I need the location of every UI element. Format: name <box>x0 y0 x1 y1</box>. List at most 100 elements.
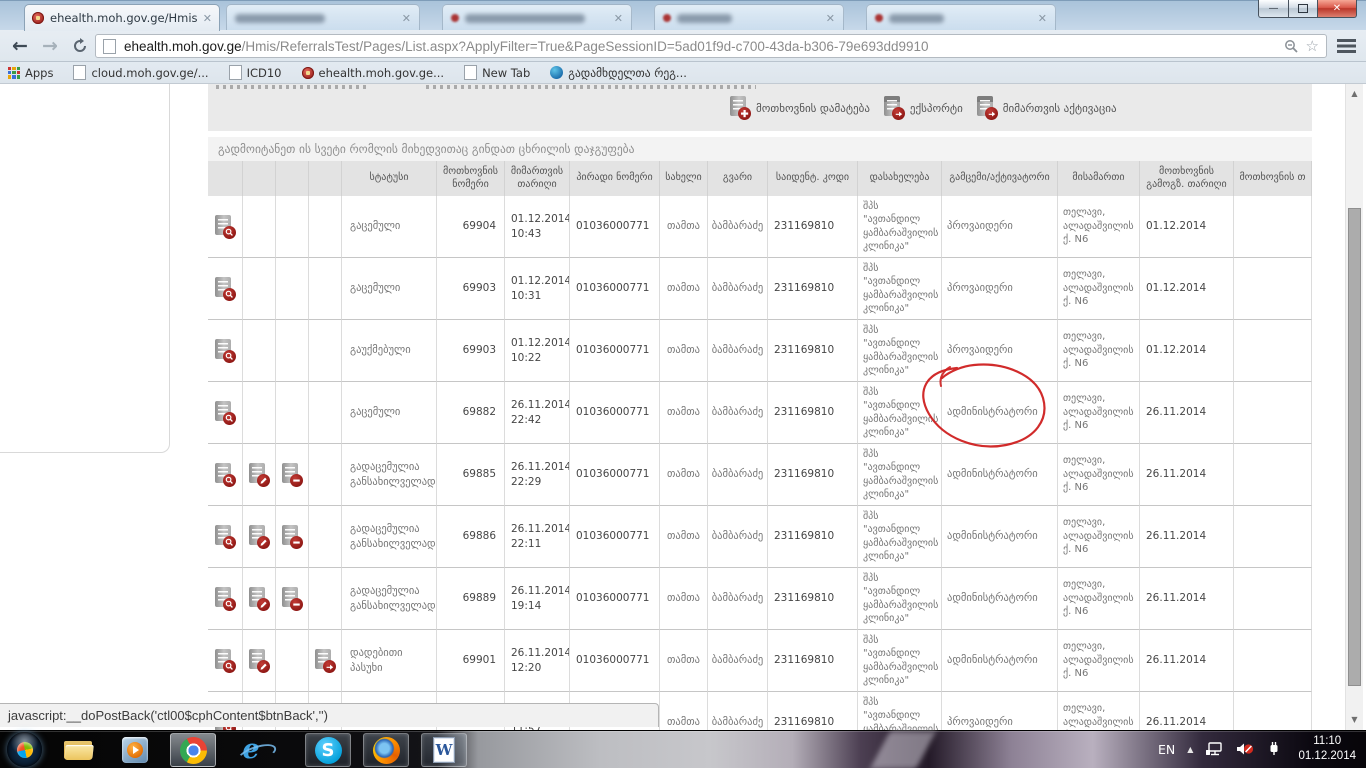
bookmark-star-icon[interactable]: ☆ <box>1306 39 1319 54</box>
table-row[interactable]: გაუქმებული6990301.12.201410:220103600077… <box>208 320 1312 382</box>
taskbar-clock[interactable]: 11:10 01.12.2014 <box>1294 734 1356 764</box>
arrow-icon[interactable] <box>976 96 998 120</box>
column-header-empty <box>243 161 276 196</box>
scrollbar-thumb[interactable] <box>1348 208 1361 686</box>
table-row[interactable]: გადაცემულია განსახილველად6988926.11.2014… <box>208 568 1312 630</box>
tab-close-icon[interactable]: ✕ <box>826 12 835 25</box>
scroll-up-icon[interactable]: ▲ <box>1346 89 1363 98</box>
cell-sent-date: 26.11.2014 <box>1140 630 1234 692</box>
taskbar-word[interactable]: W <box>421 733 467 767</box>
taskbar-firefox[interactable] <box>363 733 409 767</box>
zoom-icon[interactable] <box>1284 39 1299 54</box>
close-button[interactable]: ✕ <box>1317 0 1357 18</box>
column-header[interactable]: მოთხოვნის გამოგზ. თარიღი <box>1140 161 1234 196</box>
block-icon[interactable] <box>281 587 303 611</box>
add-request-button[interactable]: მოთხოვნის დამატება <box>729 96 870 120</box>
column-header[interactable]: მიმართვის თარიღი <box>505 161 570 196</box>
bookmark-newtab[interactable]: New Tab <box>464 65 530 80</box>
column-header[interactable]: გამცემი/აქტივატორი <box>942 161 1058 196</box>
view-icon[interactable] <box>214 277 236 301</box>
apps-grid-icon <box>8 67 20 79</box>
column-header[interactable]: სახელი <box>660 161 708 196</box>
table-row[interactable]: დადებითი პასუხი6990126.11.201412:2001036… <box>208 630 1312 692</box>
forward-icon[interactable]: → <box>42 33 58 59</box>
export-button[interactable]: ექსპორტი <box>883 96 963 120</box>
edit-icon[interactable] <box>248 587 270 611</box>
block-icon[interactable] <box>281 525 303 549</box>
tab-close-icon[interactable]: ✕ <box>614 12 623 25</box>
table-row[interactable]: გადაცემულია განსახილველად6988526.11.2014… <box>208 444 1312 506</box>
table-row[interactable]: გადაცემულია განსახილველად6988626.11.2014… <box>208 506 1312 568</box>
tab-background-1[interactable]: ✕ <box>226 4 420 31</box>
tab-close-icon[interactable]: ✕ <box>1038 12 1047 25</box>
column-header[interactable]: საიდენტ. კოდი <box>768 161 858 196</box>
edit-icon[interactable] <box>248 649 270 673</box>
edit-icon[interactable] <box>248 525 270 549</box>
url-text[interactable]: ehealth.moh.gov.ge/Hmis/ReferralsTest/Pa… <box>124 39 1277 54</box>
bookmark-icd10[interactable]: ICD10 <box>229 65 282 80</box>
taskbar-skype[interactable]: S <box>305 733 351 767</box>
view-badge-icon <box>223 226 236 239</box>
cell-first-name: თამთა <box>660 630 708 692</box>
cell-referral-date: 01.12.201410:43 <box>505 196 570 258</box>
taskbar-explorer[interactable] <box>56 733 102 767</box>
bookmark-registry[interactable]: გადამხდელთა რეგ... <box>550 66 687 80</box>
cell-organization: შპს "ავთანდილ ყამბარაშვილის კლინიკა" <box>858 382 942 444</box>
bookmark-ehealth[interactable]: ehealth.moh.gov.ge... <box>302 66 445 80</box>
cell-last-name: ბამბარაძე <box>708 630 768 692</box>
tab-background-3[interactable]: ✕ <box>654 4 844 31</box>
resend-icon[interactable] <box>314 649 336 673</box>
view-icon[interactable] <box>214 401 236 425</box>
column-header[interactable]: სტატუსი <box>342 161 437 196</box>
column-header[interactable]: დასახელება <box>858 161 942 196</box>
view-icon[interactable] <box>214 525 236 549</box>
tab-close-icon[interactable]: ✕ <box>203 12 212 25</box>
cell-referral-date: 26.11.201419:14 <box>505 568 570 630</box>
table-row[interactable]: გაცემული6990401.12.201410:4301036000771თ… <box>208 196 1312 258</box>
activate-referral-button[interactable]: მიმართვის აქტივაცია <box>976 96 1117 120</box>
address-bar[interactable]: ehealth.moh.gov.ge/Hmis/ReferralsTest/Pa… <box>95 34 1327 58</box>
edit-icon[interactable] <box>248 463 270 487</box>
column-header[interactable]: პირადი ნომერი <box>570 161 660 196</box>
column-header[interactable]: გვარი <box>708 161 768 196</box>
column-header[interactable]: მოთხოვნის თ <box>1234 161 1312 196</box>
power-plug-icon[interactable] <box>1266 741 1282 757</box>
block-icon[interactable] <box>281 463 303 487</box>
column-header[interactable]: მოთხოვნის ნომერი <box>437 161 505 196</box>
view-icon[interactable] <box>214 215 236 239</box>
taskbar-chrome[interactable] <box>170 733 216 767</box>
language-indicator[interactable]: EN <box>1158 742 1175 757</box>
volume-muted-icon[interactable] <box>1235 741 1254 757</box>
cell-last-name: ბამბარაძე <box>708 692 768 730</box>
table-row[interactable]: გაცემული6988226.11.201422:4201036000771თ… <box>208 382 1312 444</box>
cell-personal-no: 01036000771 <box>570 444 660 506</box>
start-button[interactable] <box>7 732 42 767</box>
bookmark-cloud[interactable]: cloud.moh.gov.ge/... <box>73 65 208 80</box>
tab-background-4[interactable]: ✕ <box>866 4 1056 31</box>
apps-shortcut[interactable]: Apps <box>8 66 53 80</box>
back-icon[interactable]: ← <box>12 33 28 59</box>
tray-expand-icon[interactable]: ▲ <box>1187 745 1193 754</box>
view-icon[interactable] <box>214 463 236 487</box>
column-header[interactable]: მისამართი <box>1058 161 1140 196</box>
table-row[interactable]: გაცემული6990301.12.201410:3101036000771თ… <box>208 258 1312 320</box>
network-icon[interactable] <box>1205 741 1223 757</box>
taskbar-ie[interactable]: e <box>228 733 274 767</box>
cell-ident-code: 231169810 <box>768 506 858 568</box>
tab-ehealth[interactable]: ehealth.moh.gov.ge/Hmis ✕ <box>24 4 220 31</box>
view-icon[interactable] <box>214 587 236 611</box>
tab-close-icon[interactable]: ✕ <box>402 12 411 25</box>
cell-action <box>243 630 276 692</box>
tab-background-2[interactable]: ✕ <box>442 4 632 31</box>
scroll-down-icon[interactable]: ▼ <box>1346 715 1363 724</box>
minimize-button[interactable]: — <box>1258 0 1288 18</box>
reload-icon[interactable] <box>72 38 88 54</box>
view-icon[interactable] <box>214 339 236 363</box>
restore-button[interactable] <box>1288 0 1317 18</box>
arrow-icon[interactable] <box>883 96 905 120</box>
page-scrollbar[interactable]: ▲ ▼ <box>1345 84 1363 730</box>
taskbar-mediaplayer[interactable] <box>112 733 158 767</box>
plus-icon[interactable] <box>729 96 751 120</box>
view-icon[interactable] <box>214 649 236 673</box>
chrome-menu-icon[interactable] <box>1337 39 1356 53</box>
